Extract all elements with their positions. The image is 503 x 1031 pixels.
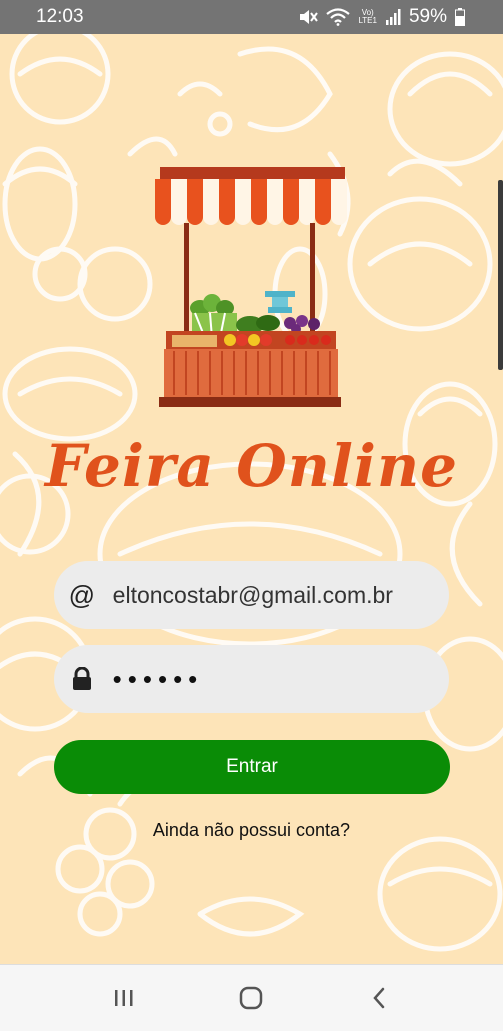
status-bar: 12:03 Vo) LTE1 59%	[0, 0, 503, 34]
status-time: 12:03	[36, 6, 84, 27]
signup-link[interactable]: Ainda não possui conta?	[0, 820, 503, 841]
app-title: Feira Online	[44, 432, 459, 500]
home-icon[interactable]	[226, 973, 276, 1023]
back-icon[interactable]	[354, 973, 404, 1023]
email-input[interactable]	[112, 581, 449, 609]
email-field[interactable]: @	[54, 561, 449, 629]
scroll-handle[interactable]	[498, 180, 503, 370]
market-stall-logo	[155, 167, 347, 407]
network-label: Vo) LTE1	[358, 8, 377, 25]
status-icons: Vo) LTE1 59%	[298, 6, 465, 28]
login-button[interactable]: Entrar	[54, 740, 450, 794]
navigation-bar	[0, 964, 503, 1031]
battery-percent: 59%	[408, 6, 447, 27]
battery-icon	[455, 8, 465, 26]
password-field[interactable]	[54, 645, 449, 713]
mute-icon	[300, 10, 319, 24]
at-sign-icon: @	[68, 579, 96, 610]
wifi-icon	[326, 8, 351, 26]
password-input[interactable]	[112, 663, 449, 695]
login-screen: 12:03 Vo) LTE1 59% Feira Online @ eltonc…	[0, 0, 503, 1031]
lock-icon	[67, 667, 97, 691]
signal-icon	[385, 9, 401, 25]
recent-apps-icon[interactable]	[99, 973, 149, 1023]
